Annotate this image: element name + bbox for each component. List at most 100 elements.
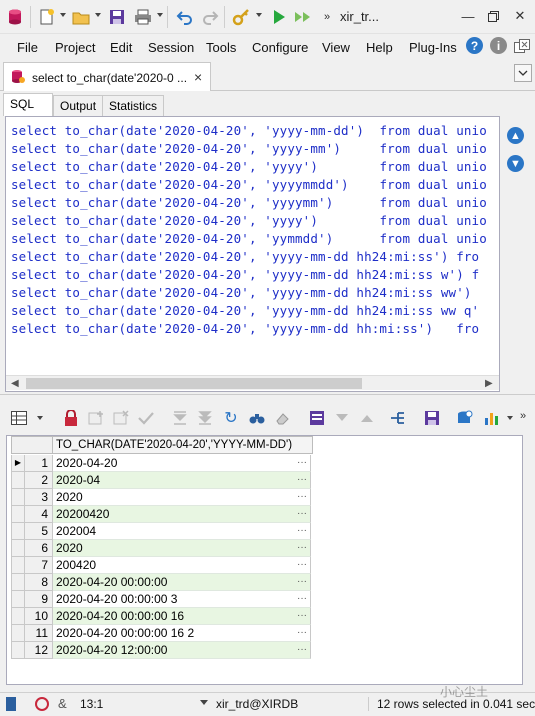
table-cell[interactable]: 2020 ··· [53,540,311,557]
cell-ellipsis-button[interactable]: ··· [297,489,307,505]
table-row[interactable]: 2 2020-04 ··· [11,472,311,489]
table-row[interactable]: 12 2020-04-20 12:00:00 ··· [11,642,311,659]
query-by-example-icon[interactable] [333,409,351,427]
editor-horizontal-scrollbar[interactable]: ◀ ▶ [6,375,499,390]
fetch-last-icon[interactable] [196,409,214,427]
results-grid[interactable]: TO_CHAR(DATE'2020-04-20','YYYY-MM-DD') ▶… [6,435,523,685]
lock-icon[interactable] [62,409,80,427]
print-dropdown-caret[interactable] [157,13,163,17]
open-dropdown-caret[interactable] [95,13,101,17]
export-icon[interactable] [390,409,408,427]
cell-ellipsis-button[interactable]: ··· [297,506,307,522]
close-tab-icon[interactable]: × [194,69,202,85]
code-line[interactable]: select to_char(date'2020-04-20', 'yymmdd… [11,230,487,248]
delete-record-icon[interactable] [112,409,130,427]
menu-configure[interactable]: Configure [252,40,308,55]
table-row[interactable]: 7 200420 ··· [11,557,311,574]
cell-ellipsis-button[interactable]: ··· [297,455,307,471]
table-row[interactable]: 9 2020-04-20 00:00:00 3 ··· [11,591,311,608]
cell-ellipsis-button[interactable]: ··· [297,608,307,624]
column-header[interactable]: TO_CHAR(DATE'2020-04-20','YYYY-MM-DD') [52,436,313,454]
row-indicator[interactable] [11,642,25,659]
table-row[interactable]: 10 2020-04-20 00:00:00 16 ··· [11,608,311,625]
recording-icon[interactable] [35,697,49,711]
cell-ellipsis-button[interactable]: ··· [297,625,307,641]
row-indicator[interactable] [11,489,25,506]
connection-name[interactable]: xir_trd@XIRDB [216,697,298,711]
sql-window-tab[interactable]: select to_char(date'2020-0 ... × [3,62,211,91]
tab-output[interactable]: Output [53,95,104,116]
row-indicator[interactable] [11,557,25,574]
menu-view[interactable]: View [322,40,350,55]
current-row-indicator-icon[interactable]: ▶ [11,455,25,472]
new-file-icon[interactable] [36,6,58,28]
restore-button[interactable] [484,8,502,24]
code-line[interactable]: select to_char(date'2020-04-20', 'yyyymm… [11,176,487,194]
close-window-button[interactable]: ✕ [511,8,529,24]
key-icon[interactable] [230,6,252,28]
scroll-left-arrow[interactable]: ◀ [11,378,19,389]
menu-tools[interactable]: Tools [206,40,236,55]
save-icon[interactable] [106,6,128,28]
code-line[interactable]: select to_char(date'2020-04-20', 'yyyy-m… [11,266,479,284]
row-indicator[interactable] [11,625,25,642]
code-line[interactable]: select to_char(date'2020-04-20', 'yyyy')… [11,212,487,230]
table-row[interactable]: 8 2020-04-20 00:00:00 ··· [11,574,311,591]
sql-editor[interactable]: select to_char(date'2020-04-20', 'yyyy-m… [5,116,500,392]
tab-statistics[interactable]: Statistics [102,95,165,116]
table-cell[interactable]: 2020-04-20 00:00:00 3 ··· [53,591,311,608]
table-cell[interactable]: 2020-04-20 00:00:00 16 2 ··· [53,625,311,642]
execute-icon[interactable] [268,6,290,28]
code-line[interactable]: select to_char(date'2020-04-20', 'yyyy-m… [11,302,479,320]
step-icon[interactable] [292,6,314,28]
sort-icon[interactable] [358,409,376,427]
table-row[interactable]: 4 20200420 ··· [11,506,311,523]
code-line[interactable]: select to_char(date'2020-04-20', 'yyyy-m… [11,122,487,140]
app-database-icon[interactable] [4,6,26,28]
grid-corner[interactable] [11,436,53,454]
refresh-icon[interactable]: ↻ [222,409,240,427]
code-line[interactable]: select to_char(date'2020-04-20', 'yyyy')… [11,158,487,176]
table-row[interactable]: ▶ 1 2020-04-20 ··· [11,455,311,472]
window-arrow-icon[interactable]: » [316,6,338,28]
table-cell[interactable]: 2020-04-20 00:00:00 16 ··· [53,608,311,625]
new-dropdown-caret[interactable] [60,13,66,17]
row-indicator[interactable] [11,608,25,625]
cell-ellipsis-button[interactable]: ··· [297,523,307,539]
help-icon[interactable]: ? [466,37,483,54]
info-icon[interactable]: i [490,37,507,54]
fetch-next-icon[interactable] [171,409,189,427]
open-folder-icon[interactable] [70,6,92,28]
menu-edit[interactable]: Edit [110,40,132,55]
next-statement-icon[interactable]: ▼ [507,155,524,172]
table-cell[interactable]: 2020-04 ··· [53,472,311,489]
cell-ellipsis-button[interactable]: ··· [297,472,307,488]
scroll-thumb[interactable] [26,378,362,389]
previous-statement-icon[interactable]: ▲ [507,127,524,144]
save-results-icon[interactable] [423,409,441,427]
table-cell[interactable]: 2020-04-20 00:00:00 ··· [53,574,311,591]
table-row[interactable]: 11 2020-04-20 00:00:00 16 2 ··· [11,625,311,642]
clear-eraser-icon[interactable] [273,409,291,427]
code-line[interactable]: select to_char(date'2020-04-20', 'yyyy-m… [11,284,479,302]
table-cell[interactable]: 202004 ··· [53,523,311,540]
row-indicator[interactable] [11,591,25,608]
key-dropdown-caret[interactable] [256,13,262,17]
insert-record-icon[interactable] [87,409,105,427]
single-record-view-icon[interactable] [308,409,326,427]
row-indicator[interactable] [11,574,25,591]
chart-dropdown-caret[interactable] [507,416,513,420]
chart-icon[interactable] [483,409,501,427]
code-line[interactable]: select to_char(date'2020-04-20', 'yyyy-m… [11,140,487,158]
cell-ellipsis-button[interactable]: ··· [297,591,307,607]
table-cell[interactable]: 2020-04-20 12:00:00 ··· [53,642,311,659]
table-row[interactable]: 6 2020 ··· [11,540,311,557]
table-cell[interactable]: 2020 ··· [53,489,311,506]
post-changes-icon[interactable] [137,409,155,427]
tab-sql[interactable]: SQL [3,93,53,116]
menu-project[interactable]: Project [55,40,95,55]
find-binoculars-icon[interactable] [248,409,266,427]
cell-ellipsis-button[interactable]: ··· [297,540,307,556]
code-line[interactable]: select to_char(date'2020-04-20', 'yyyy-m… [11,248,479,266]
toolbar-overflow-icon[interactable]: » [520,410,526,422]
